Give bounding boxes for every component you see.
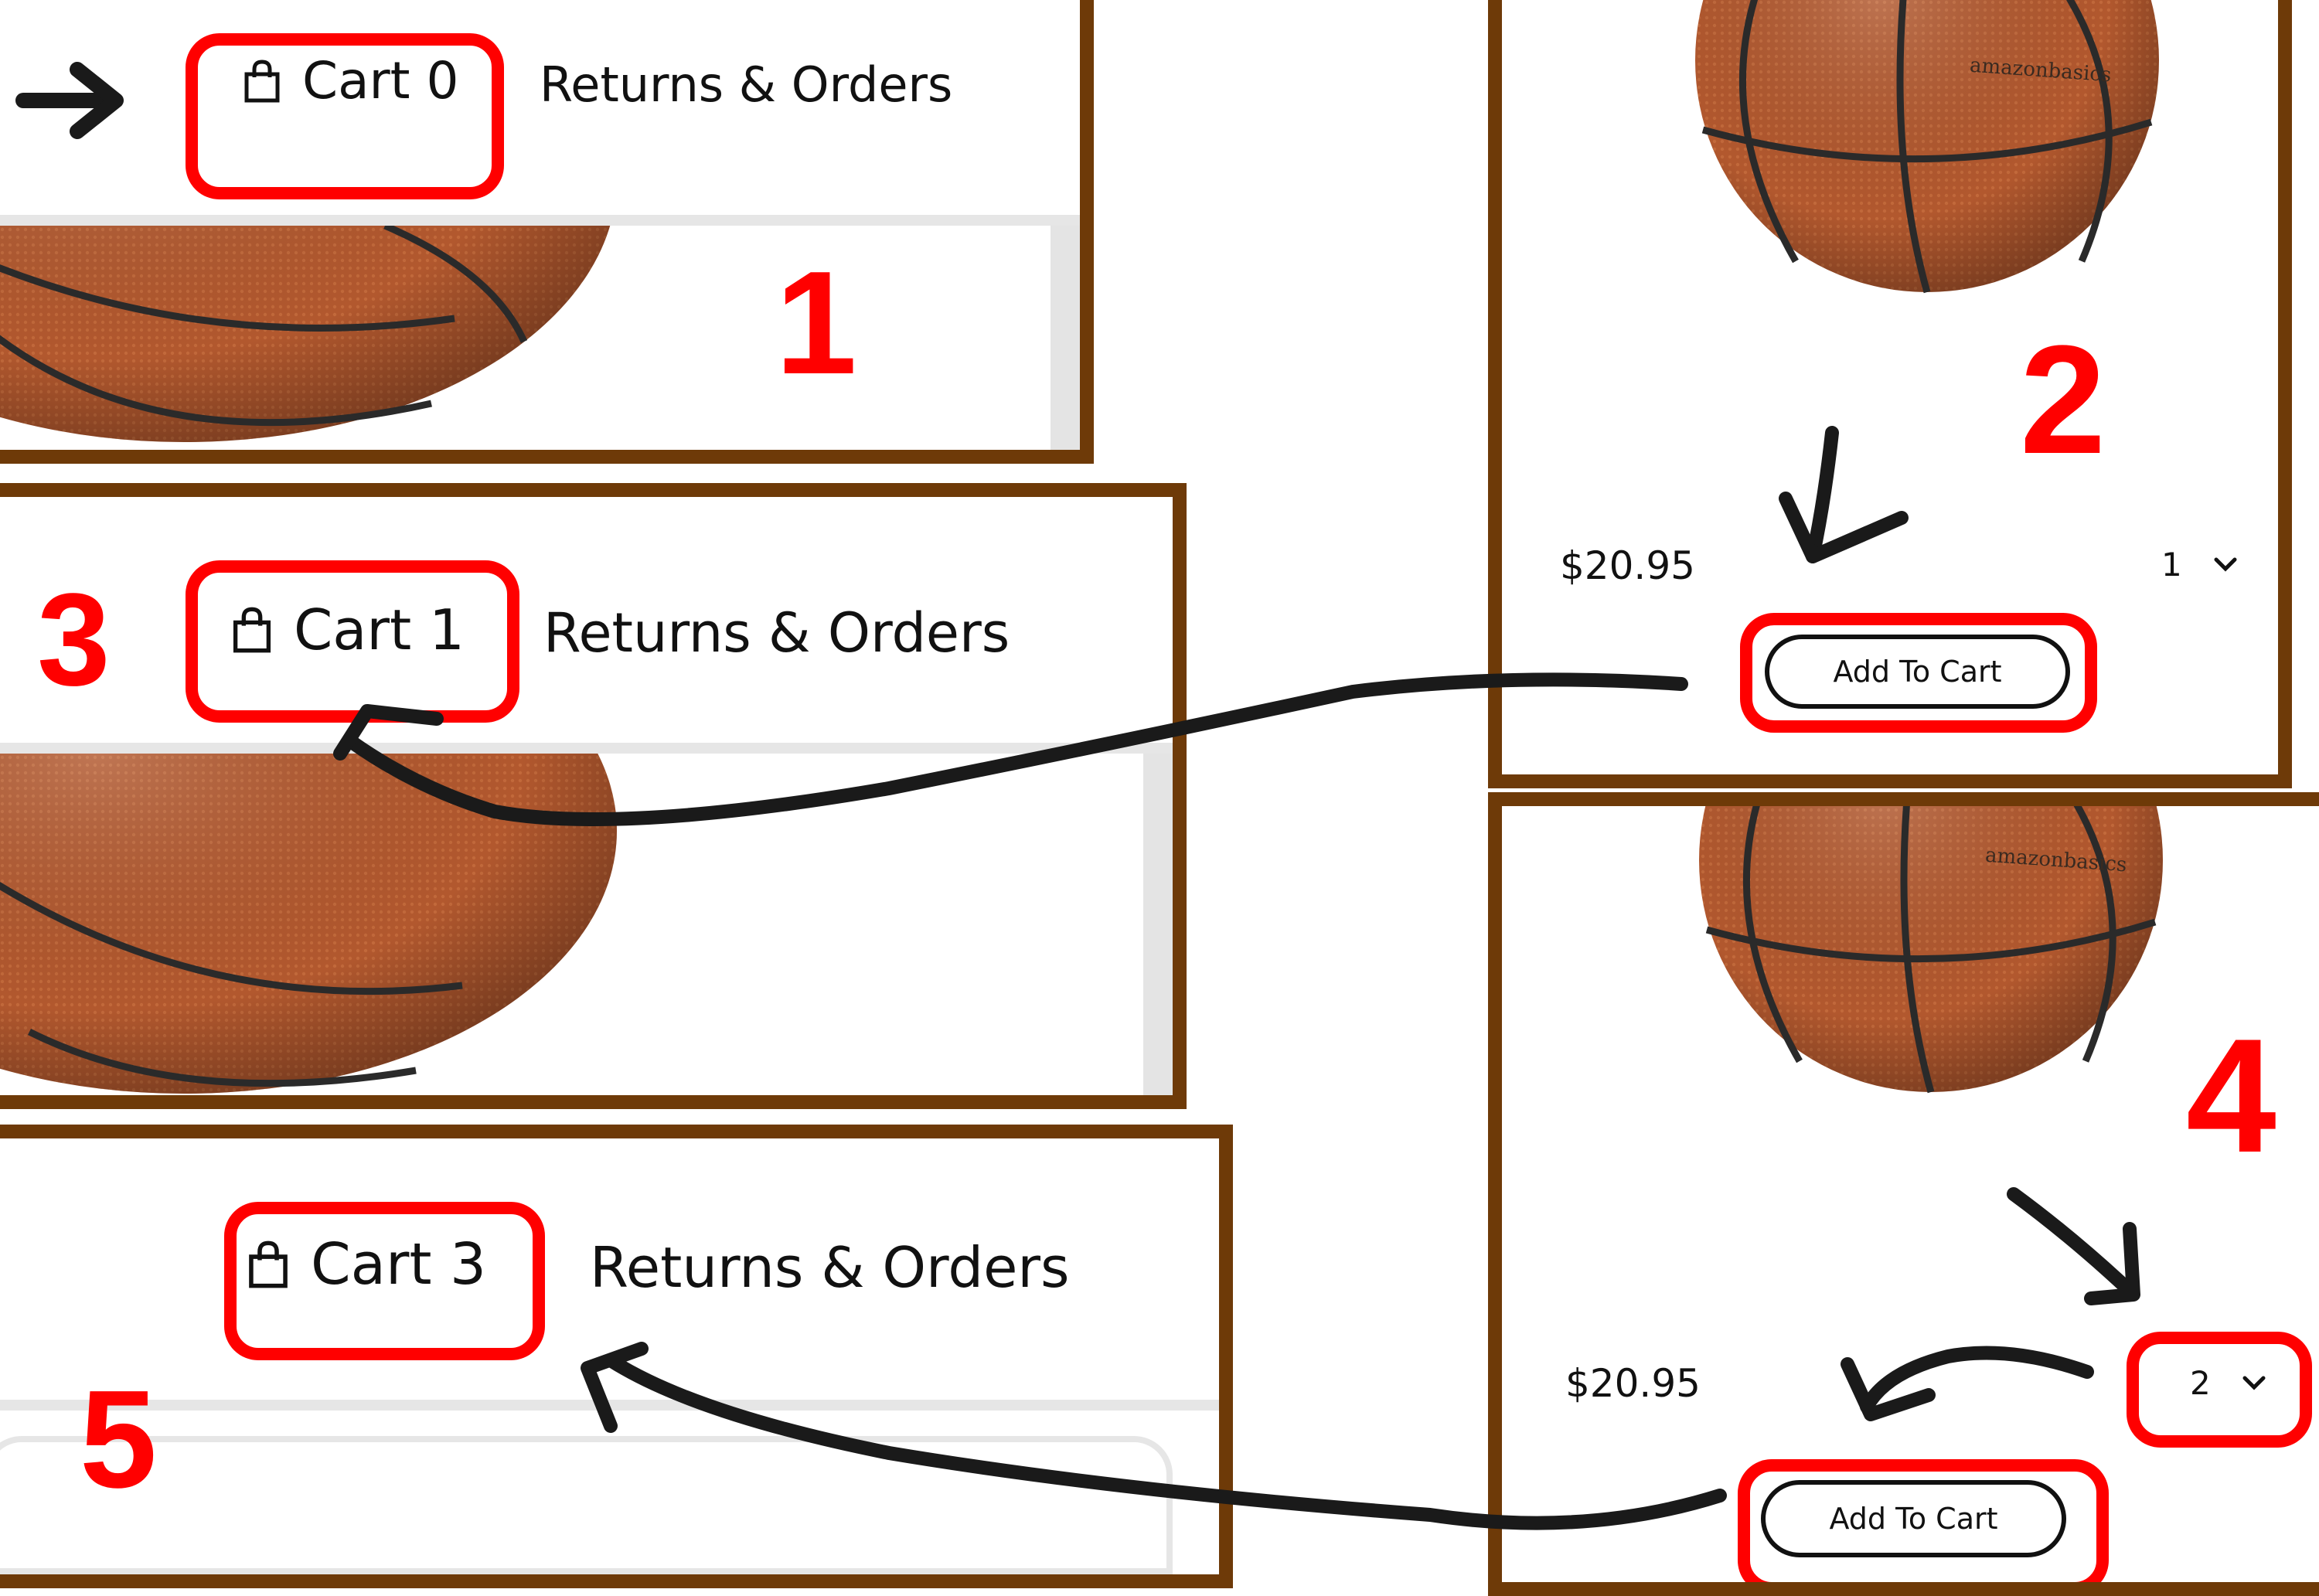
arrow-curve-icon [604,1353,1727,1530]
annotation-arrows [333,426,2140,1530]
arrow-down-right-icon [2007,1187,2137,1298]
arrow-down-icon [1806,426,1839,563]
arrow-head-icon [581,1342,649,1433]
arrow-down-icon [1779,492,1909,563]
arrow-curve-icon [345,672,1688,826]
